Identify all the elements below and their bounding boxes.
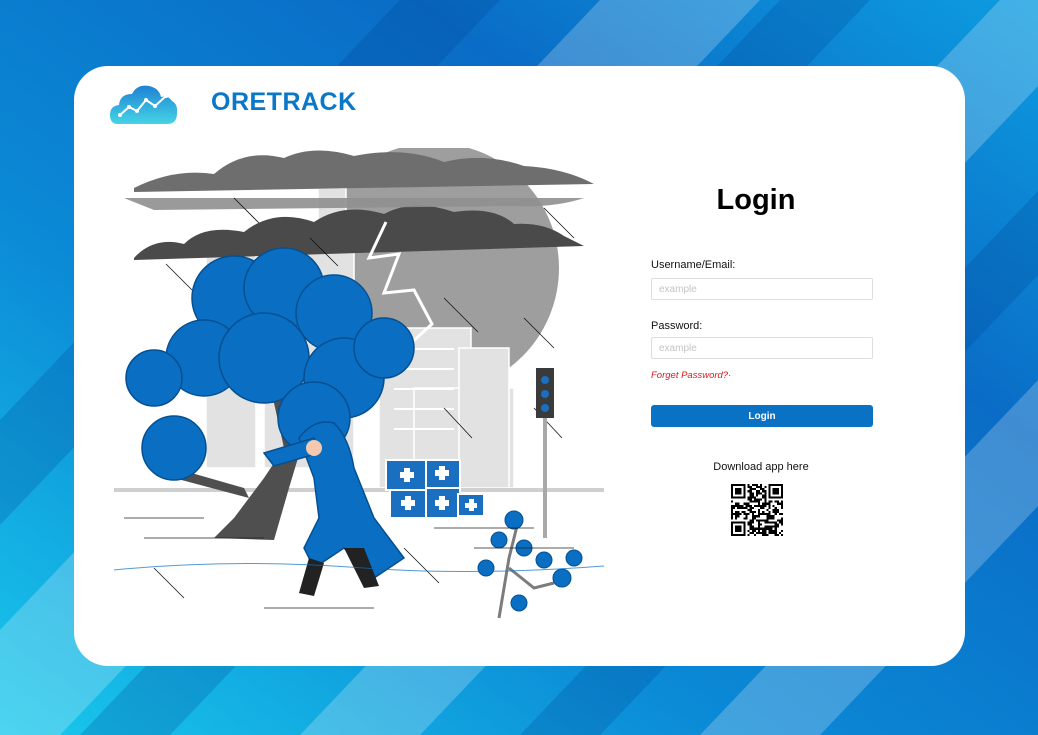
login-card: ORETRACK Login Username/Email: example P… — [74, 66, 965, 666]
login-title: Login — [716, 184, 796, 216]
username-input[interactable] — [651, 278, 873, 300]
forgot-password-link[interactable]: Forget Password?· — [651, 370, 731, 381]
qr-code-icon — [731, 484, 783, 536]
brand-name: ORETRACK — [211, 88, 357, 116]
login-button[interactable]: Login — [651, 405, 873, 427]
login-form: Login Username/Email: Password: Forget P… — [650, 66, 874, 666]
password-label: Password: — [651, 320, 703, 332]
download-app-label: Download app here — [713, 461, 809, 473]
username-label: Username/Email: — [651, 259, 736, 271]
storm-city-illustration — [114, 148, 604, 619]
password-input[interactable] — [651, 337, 873, 359]
cloud-chart-icon — [110, 85, 178, 124]
